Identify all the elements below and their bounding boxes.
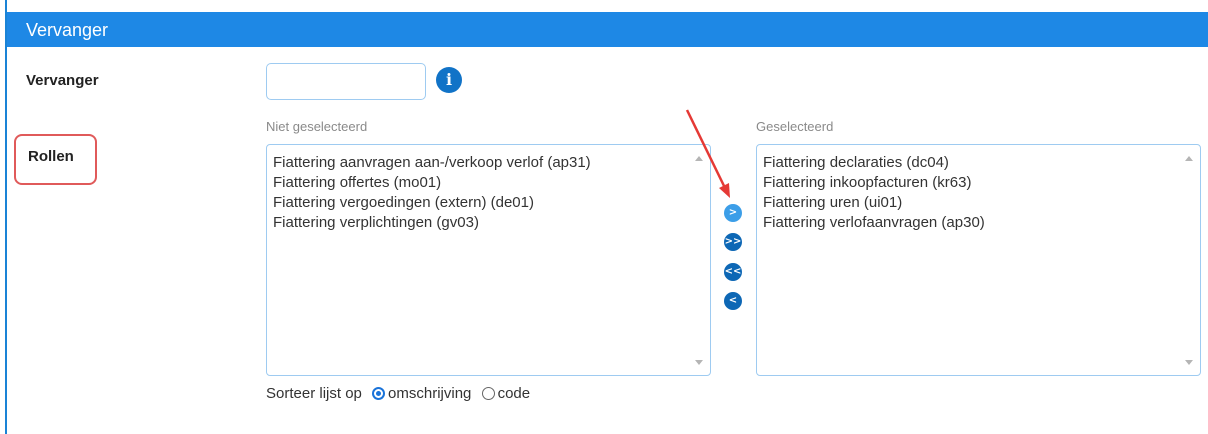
radio-code-label[interactable]: code [498, 385, 531, 402]
radio-omschrijving[interactable] [372, 387, 386, 400]
sort-label: Sorteer lijst op [266, 385, 362, 402]
sort-options: Sorteer lijst op omschrijving code [266, 385, 530, 402]
radio-code[interactable] [481, 387, 495, 400]
annotation-arrow-icon [685, 109, 730, 198]
radio-omschrijving-label[interactable]: omschrijving [388, 385, 471, 402]
